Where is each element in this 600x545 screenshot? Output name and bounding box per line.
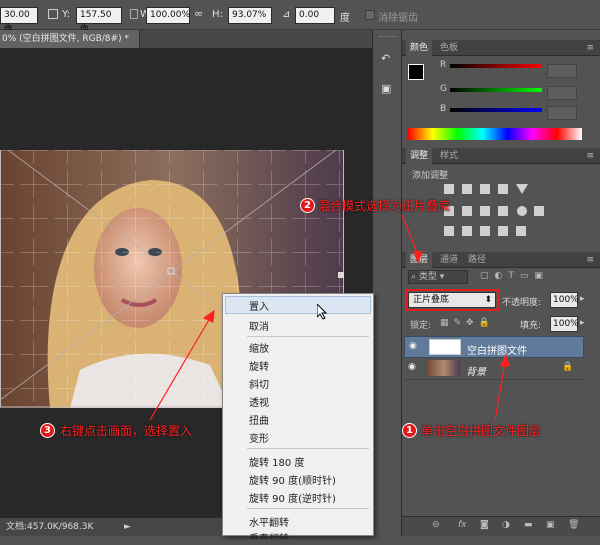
annotation-arrows	[0, 0, 600, 536]
step1-number: 1	[402, 423, 417, 438]
step3-number: 3	[40, 423, 55, 438]
step2-text: 混合模式选择为正片叠底	[318, 197, 450, 214]
step2-number: 2	[300, 198, 315, 213]
step1-text: 单击空白拼图文件图层	[421, 422, 541, 439]
step3-text: 右键点击画面，选择置入	[60, 422, 192, 439]
